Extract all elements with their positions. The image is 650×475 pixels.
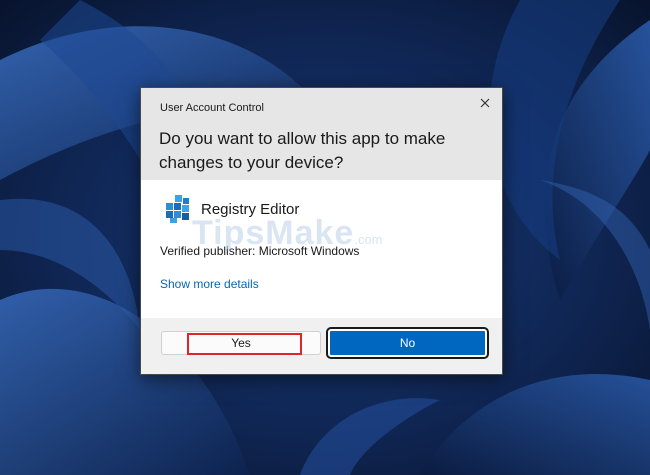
dialog-question: Do you want to allow this app to make ch… [159,129,446,172]
no-button[interactable]: No [326,327,489,359]
verified-publisher: Verified publisher: Microsoft Windows [160,244,360,258]
dialog-header: User Account Control Do you want to allo… [141,88,502,180]
close-icon [480,98,490,108]
registry-editor-icon [166,195,189,223]
app-name: Registry Editor [201,200,300,218]
uac-dialog: User Account Control Do you want to allo… [140,87,503,375]
close-button[interactable] [474,93,496,113]
show-more-details-link[interactable]: Show more details [160,277,259,291]
app-info: Registry Editor [163,194,299,224]
dialog-caption: User Account Control [160,102,264,114]
yes-button[interactable]: Yes [161,331,321,355]
dialog-footer: Yes No [141,318,502,374]
